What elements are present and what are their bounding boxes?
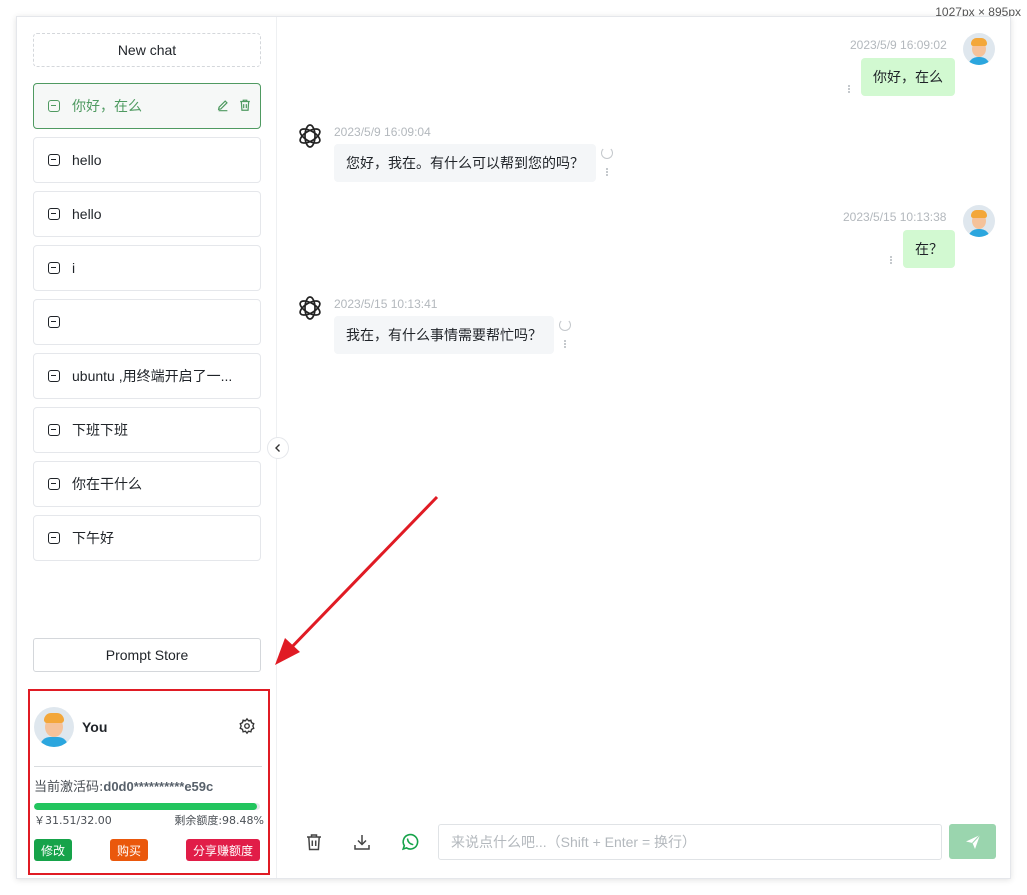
history-item[interactable]: 下午好 xyxy=(33,515,261,561)
chevron-left-icon xyxy=(275,444,280,452)
history-item-label: i xyxy=(72,260,76,276)
message-square-icon xyxy=(48,478,60,490)
history-item-label: 下午好 xyxy=(72,530,114,546)
history-item-label: 你好，在么 xyxy=(72,98,142,114)
collapse-sidebar-button[interactable] xyxy=(267,437,289,459)
chat-input[interactable] xyxy=(438,824,942,860)
history-item[interactable] xyxy=(33,299,261,345)
chat-history-list: 你好，在么 hello hello i ubuntu ,用终端开启了一... 下… xyxy=(33,83,261,569)
activation-code-label: 当前激活码: xyxy=(34,780,104,795)
download-icon[interactable] xyxy=(352,832,372,852)
edit-button[interactable]: 修改 xyxy=(34,839,73,861)
prompt-store-button[interactable]: Prompt Store xyxy=(33,638,261,672)
avatar xyxy=(963,205,995,237)
history-item[interactable]: 你在干什么 xyxy=(33,461,261,507)
history-item[interactable]: i xyxy=(33,245,261,291)
sidebar: New chat 你好，在么 hello hello i ubuntu ,用终端… xyxy=(17,17,277,878)
quota-progress-fill xyxy=(34,803,257,810)
avatar xyxy=(963,33,995,65)
more-options-icon[interactable] xyxy=(563,339,567,351)
more-options-icon[interactable] xyxy=(889,255,893,267)
whatsapp-icon[interactable] xyxy=(400,832,420,852)
gear-icon[interactable] xyxy=(238,717,256,735)
activation-code: 当前激活码:d0d0**********e59c xyxy=(34,776,213,795)
pencil-icon[interactable] xyxy=(216,98,230,112)
chat-app: New chat 你好，在么 hello hello i ubuntu ,用终端… xyxy=(16,16,1011,879)
message-timestamp: 2023/5/15 10:13:38 xyxy=(843,210,947,224)
trash-icon[interactable] xyxy=(238,98,252,112)
openai-logo-icon xyxy=(299,296,321,320)
regenerate-icon[interactable] xyxy=(601,147,613,159)
message-timestamp: 2023/5/9 16:09:02 xyxy=(850,38,947,52)
input-bar xyxy=(278,824,1010,860)
share-earn-button[interactable]: 分享赚额度 xyxy=(186,839,261,861)
quota-remaining: 剩余额度:98.48% xyxy=(174,814,264,827)
buy-button[interactable]: 购买 xyxy=(110,839,149,861)
quota-progress-bar xyxy=(34,803,260,810)
message-square-icon xyxy=(48,100,60,112)
activation-code-value: d0d0**********e59c xyxy=(103,779,214,794)
regenerate-icon[interactable] xyxy=(559,319,571,331)
history-item-label: hello xyxy=(72,206,102,222)
more-options-icon[interactable] xyxy=(605,167,609,179)
message-square-icon xyxy=(48,532,60,544)
avatar xyxy=(34,707,74,747)
new-chat-button[interactable]: New chat xyxy=(33,33,261,67)
trash-icon[interactable] xyxy=(304,832,324,852)
message-square-icon xyxy=(48,316,60,328)
history-item[interactable]: 你好，在么 xyxy=(33,83,261,129)
divider xyxy=(34,766,262,767)
history-item-label: 下班下班 xyxy=(72,422,128,438)
history-item[interactable]: hello xyxy=(33,137,261,183)
user-panel: You 当前激活码:d0d0**********e59c ￥31.51/32.0… xyxy=(28,689,270,875)
user-message-bubble: 在？ xyxy=(903,230,955,268)
message-square-icon xyxy=(48,262,60,274)
history-item[interactable]: hello xyxy=(33,191,261,237)
chat-area: 2023/5/9 16:09:02 你好，在么 2023/5/9 16:09:0… xyxy=(278,17,1010,878)
message-square-icon xyxy=(48,424,60,436)
assistant-message-bubble: 我在，有什么事情需要帮忙吗？ xyxy=(334,316,554,354)
message-square-icon xyxy=(48,208,60,220)
history-item-label: ubuntu ,用终端开启了一... xyxy=(72,368,233,384)
history-item[interactable]: ubuntu ,用终端开启了一... xyxy=(33,353,261,399)
send-button[interactable] xyxy=(949,824,996,859)
more-options-icon[interactable] xyxy=(847,84,851,96)
quota-used: ￥31.51/32.00 xyxy=(34,814,112,827)
openai-logo-icon xyxy=(299,124,321,148)
history-item-label: hello xyxy=(72,152,102,168)
history-item[interactable]: 下班下班 xyxy=(33,407,261,453)
user-message-bubble: 你好，在么 xyxy=(861,58,955,96)
history-item-actions xyxy=(216,98,252,112)
message-timestamp: 2023/5/15 10:13:41 xyxy=(334,297,438,311)
user-name: You xyxy=(82,719,108,735)
message-square-icon xyxy=(48,154,60,166)
message-square-icon xyxy=(48,370,60,382)
send-icon xyxy=(965,834,980,849)
assistant-message-bubble: 您好，我在。有什么可以帮到您的吗？ xyxy=(334,144,596,182)
message-timestamp: 2023/5/9 16:09:04 xyxy=(334,125,431,139)
user-header: You xyxy=(34,707,264,747)
history-item-label: 你在干什么 xyxy=(72,476,142,492)
